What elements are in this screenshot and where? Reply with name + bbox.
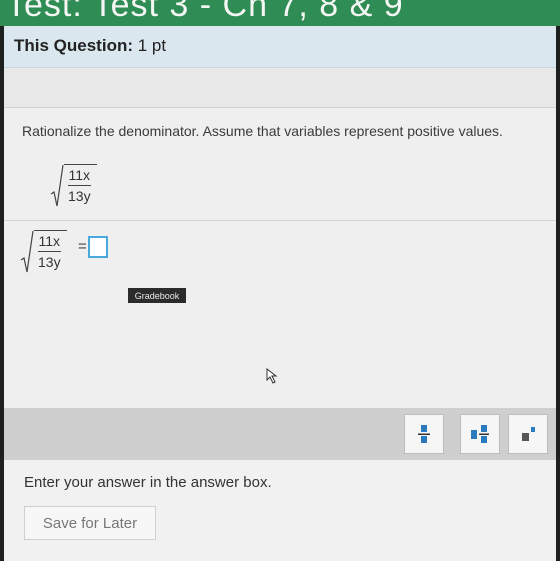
save-for-later-button[interactable]: Save for Later: [24, 506, 156, 540]
radical-sign-icon: [50, 164, 64, 207]
exponent-icon: [522, 427, 535, 441]
question-header: This Question: 1 pt: [4, 26, 556, 68]
radical-fraction: 11x 13y: [64, 164, 97, 208]
radical-expression: 11x 13y: [50, 164, 97, 208]
gradebook-tooltip: Gradebook: [128, 288, 186, 303]
question-content: Rationalize the denominator. Assume that…: [4, 108, 556, 408]
answer-hint: Enter your answer in the answer box.: [24, 474, 272, 491]
exponent-button[interactable]: [508, 414, 548, 454]
test-title: Test: Test 3 - Ch 7, 8 & 9: [6, 0, 404, 24]
question-label: This Question:: [14, 36, 133, 55]
numerator: 11x: [68, 167, 91, 183]
points-value: 1 pt: [137, 36, 167, 55]
spacer-band: [4, 68, 556, 108]
radical-sign-icon: [20, 230, 34, 273]
mixed-number-button[interactable]: [460, 414, 500, 454]
answer-numerator: 11x: [38, 233, 61, 249]
question-points: This Question: 1 pt: [14, 36, 166, 56]
question-instructions: Rationalize the denominator. Assume that…: [22, 123, 503, 139]
denominator: 13y: [68, 188, 91, 204]
fraction-button[interactable]: [404, 414, 444, 454]
mouse-cursor-icon: [266, 368, 278, 384]
answer-radical-expression: 11x 13y: [20, 230, 67, 274]
question-footer: Enter your answer in the answer box. Sav…: [4, 460, 556, 561]
answer-radical-fraction: 11x 13y: [34, 230, 67, 274]
equals-sign: =: [78, 238, 87, 255]
section-divider: [4, 220, 556, 221]
fraction-bar: [38, 251, 61, 252]
question-page: This Question: 1 pt Rationalize the deno…: [4, 26, 556, 561]
answer-input-box[interactable]: [88, 236, 108, 258]
mixed-number-icon: [471, 425, 489, 443]
fraction-icon: [418, 425, 430, 443]
math-toolbar: [4, 408, 556, 460]
fraction-bar: [68, 185, 91, 186]
test-title-bar: Test: Test 3 - Ch 7, 8 & 9: [0, 0, 560, 26]
answer-denominator: 13y: [38, 254, 61, 270]
